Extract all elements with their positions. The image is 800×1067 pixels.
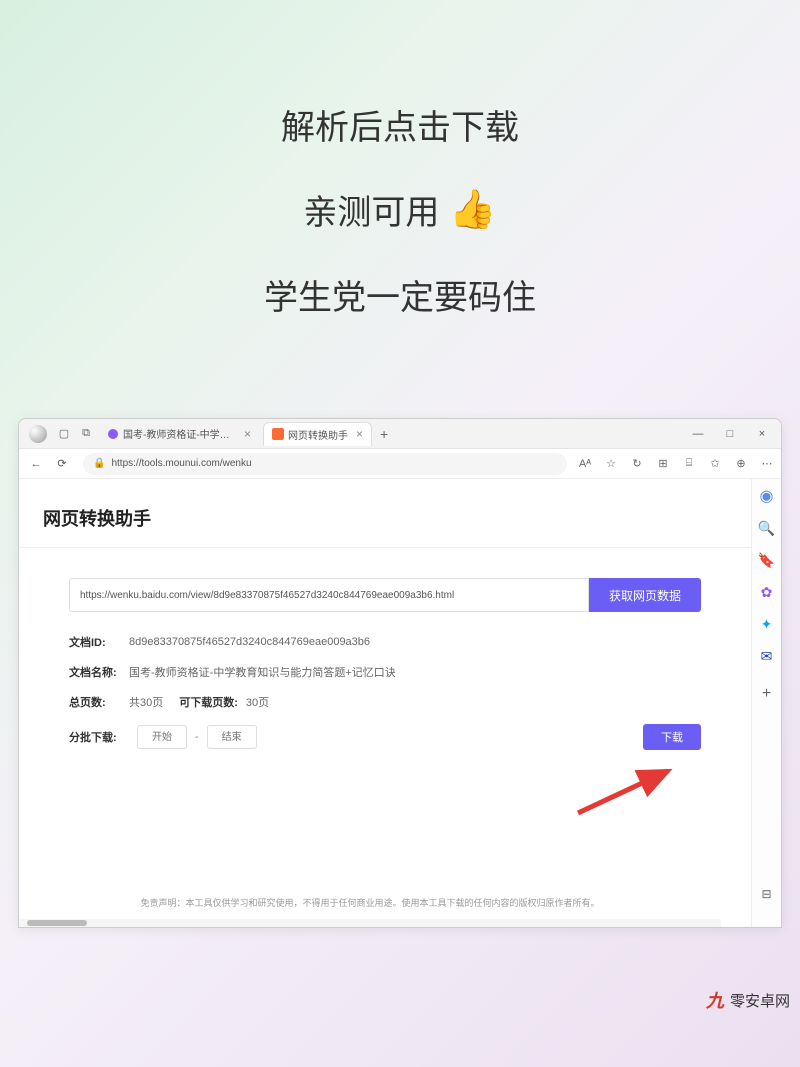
read-aloud-icon[interactable]: Aᴬ: [577, 458, 593, 470]
page-header: 网页转换助手: [19, 479, 751, 548]
doc-name-row: 文档名称: 国考-教师资格证-中学教育知识与能力简答题+记忆口诀: [69, 664, 701, 680]
range-dash: -: [195, 731, 199, 743]
pages-row: 总页数: 共30页 可下载页数: 30页: [69, 694, 701, 710]
scrollbar-thumb[interactable]: [27, 920, 87, 926]
tab-1[interactable]: 国考-教师资格证-中学教育知识 ×: [99, 422, 259, 446]
promo-line-1: 解析后点击下载: [0, 100, 800, 149]
browser-window: ▢ ⧉ 国考-教师资格证-中学教育知识 × 网页转换助手 × + — □ × ←…: [18, 418, 782, 928]
doc-name-label: 文档名称:: [69, 664, 121, 680]
edge-sidebar: ◉ 🔍 🔖 ✿ ✦ ✉ + ⊟: [751, 479, 781, 927]
promo-line-3: 学生党一定要码住: [0, 270, 800, 319]
sidebar-tag-icon[interactable]: 🔖: [758, 551, 776, 569]
doc-id-value: 8d9e83370875f46527d3240c844769eae009a3b6: [129, 636, 370, 648]
downloadable-label: 可下载页数:: [179, 694, 238, 710]
url-text: https://tools.mounui.com/wenku: [111, 458, 251, 469]
star-icon[interactable]: ☆: [603, 457, 619, 470]
browser-body: 网页转换助手 获取网页数据 文档ID: 8d9e83370875f46527d3…: [19, 479, 781, 927]
sidebar-app2-icon[interactable]: ✦: [758, 615, 776, 633]
window-controls: — □ ×: [691, 428, 777, 440]
settings-icon[interactable]: ⊕: [733, 457, 749, 470]
address-bar-tools: Aᴬ ☆ ↻ ⊞ ⌸ ✩ ⊕ ⋯: [577, 457, 775, 470]
extensions-icon[interactable]: ⊞: [655, 457, 671, 470]
sidebar-outlook-icon[interactable]: ✉: [758, 647, 776, 665]
tab-2-favicon: [272, 428, 284, 440]
more-icon[interactable]: ⋯: [759, 457, 775, 470]
tab-1-title: 国考-教师资格证-中学教育知识: [123, 426, 236, 441]
promo-line-2-text: 亲测可用: [303, 185, 439, 234]
new-tab-button[interactable]: +: [380, 426, 388, 442]
minimize-button[interactable]: —: [691, 428, 705, 440]
sidebar-search-icon[interactable]: 🔍: [758, 519, 776, 537]
refresh-button[interactable]: ⟳: [51, 453, 73, 475]
page-title: 网页转换助手: [43, 505, 727, 531]
sidebar-add-icon[interactable]: +: [758, 685, 776, 703]
maximize-button[interactable]: □: [723, 428, 737, 440]
tab-1-favicon: [107, 428, 119, 440]
watermark-text: 零安卓网: [730, 990, 790, 1011]
batch-end-input[interactable]: [207, 725, 257, 749]
downloadable-value: 30页: [246, 694, 269, 710]
address-bar-row: ← ⟳ 🔒 https://tools.mounui.com/wenku Aᴬ …: [19, 449, 781, 479]
workspaces-icon[interactable]: ▢: [57, 427, 71, 441]
url-input-row: 获取网页数据: [69, 578, 701, 612]
tab-actions-icon[interactable]: ⧉: [79, 427, 93, 441]
batch-start-input[interactable]: [137, 725, 187, 749]
back-button[interactable]: ←: [25, 453, 47, 475]
batch-label: 分批下载:: [69, 729, 121, 745]
sync-icon[interactable]: ↻: [629, 457, 645, 470]
document-url-input[interactable]: [69, 578, 589, 612]
promo-line-2: 亲测可用 👍: [0, 185, 800, 234]
tab-2-close-icon[interactable]: ×: [356, 427, 363, 441]
total-pages-label: 总页数:: [69, 694, 121, 710]
watermark-logo-icon: 九: [704, 989, 726, 1011]
sidebar-settings-icon[interactable]: ⊟: [758, 885, 776, 903]
thumbs-up-icon: 👍: [449, 188, 496, 232]
tab-1-close-icon[interactable]: ×: [244, 427, 251, 441]
sidebar-app1-icon[interactable]: ✿: [758, 583, 776, 601]
profile-avatar[interactable]: [29, 425, 47, 443]
promo-block: 解析后点击下载 亲测可用 👍 学生党一定要码住: [0, 0, 800, 319]
disclaimer-text: 免责声明：本工具仅供学习和研究使用，不得用于任何商业用途。使用本工具下载的任何内…: [19, 896, 721, 909]
total-pages-value: 共30页: [129, 694, 163, 710]
favorites-icon[interactable]: ✩: [707, 457, 723, 470]
main-panel: 获取网页数据 文档ID: 8d9e83370875f46527d3240c844…: [19, 548, 751, 774]
watermark: 九 零安卓网: [704, 989, 790, 1011]
batch-download-row: 分批下载: - 下载: [69, 724, 701, 750]
close-window-button[interactable]: ×: [755, 428, 769, 440]
doc-id-row: 文档ID: 8d9e83370875f46527d3240c844769eae0…: [69, 634, 701, 650]
fetch-data-button[interactable]: 获取网页数据: [589, 578, 701, 612]
url-bar[interactable]: 🔒 https://tools.mounui.com/wenku: [83, 453, 567, 475]
download-button[interactable]: 下载: [643, 724, 701, 750]
doc-name-value: 国考-教师资格证-中学教育知识与能力简答题+记忆口诀: [129, 664, 396, 680]
lock-icon: 🔒: [93, 458, 105, 469]
title-bar: ▢ ⧉ 国考-教师资格证-中学教育知识 × 网页转换助手 × + — □ ×: [19, 419, 781, 449]
collections-icon[interactable]: ⌸: [681, 457, 697, 470]
doc-id-label: 文档ID:: [69, 634, 121, 650]
page-content: 网页转换助手 获取网页数据 文档ID: 8d9e83370875f46527d3…: [19, 479, 751, 927]
copilot-icon[interactable]: ◉: [758, 487, 776, 505]
horizontal-scrollbar[interactable]: [19, 919, 721, 927]
tab-2[interactable]: 网页转换助手 ×: [263, 422, 372, 446]
tab-2-title: 网页转换助手: [288, 427, 348, 442]
